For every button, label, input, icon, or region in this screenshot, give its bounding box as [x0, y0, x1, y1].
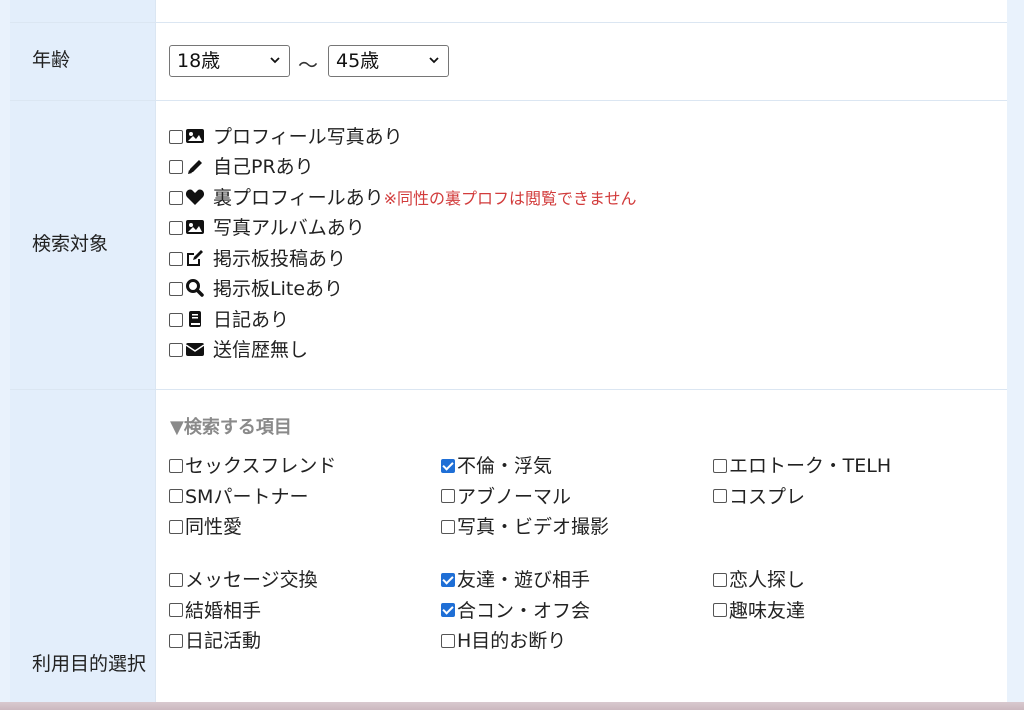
age-max-select[interactable]: 45歳 — [328, 45, 449, 77]
checkbox[interactable] — [441, 603, 455, 617]
checkbox[interactable] — [441, 489, 455, 503]
checkbox[interactable] — [169, 159, 183, 174]
option-photo-album[interactable]: 写真アルバムあり — [169, 213, 365, 243]
checkbox[interactable] — [169, 190, 183, 205]
checkbox[interactable] — [169, 603, 183, 617]
checkbox[interactable] — [169, 220, 183, 235]
checkbox[interactable] — [441, 458, 455, 473]
checkbox[interactable] — [169, 342, 183, 357]
search-target-label: 検索対象 — [32, 233, 109, 255]
age-max-value: 45歳 — [336, 50, 380, 72]
option-label: 日記活動 — [185, 630, 262, 652]
option-label: 送信歴無し — [213, 339, 309, 361]
age-min-select[interactable]: 18歳 — [169, 45, 290, 77]
option-label: メッセージ交換 — [185, 569, 318, 591]
checkbox[interactable] — [441, 519, 455, 534]
purpose-option[interactable]: メッセージ交換 — [169, 565, 318, 595]
chevron-down-icon — [429, 57, 439, 64]
option-profile-photo[interactable]: プロフィール写真あり — [169, 122, 403, 152]
option-label: 同性愛 — [185, 516, 243, 538]
option-label: 自己PRあり — [213, 156, 314, 178]
option-label: 裏プロフィールあり — [213, 187, 384, 209]
checkbox[interactable] — [441, 633, 455, 648]
chevron-down-icon — [270, 57, 280, 64]
purpose-option[interactable]: セックスフレンド — [169, 451, 336, 481]
option-label: SMパートナー — [185, 485, 309, 508]
checkbox[interactable] — [169, 572, 183, 587]
purpose-option[interactable]: 写真・ビデオ撮影 — [441, 512, 609, 542]
checkbox[interactable] — [169, 633, 183, 648]
age-label: 年齢 — [32, 49, 71, 71]
row-divider — [10, 389, 1007, 390]
checkbox[interactable] — [169, 251, 183, 266]
purpose-option[interactable]: 同性愛 — [169, 512, 242, 542]
purpose-label: 利用目的選択 — [32, 653, 147, 675]
column-divider — [155, 0, 156, 710]
secret-profile-warning: ※同性の裏プロフは閲覧できません — [383, 189, 637, 208]
purpose-option[interactable]: コスプレ — [713, 482, 805, 512]
option-label: 恋人探し — [729, 569, 806, 591]
purpose-option[interactable]: H目的お断り — [441, 626, 566, 656]
option-label: 結婚相手 — [185, 599, 262, 622]
option-label: プロフィール写真あり — [213, 126, 403, 148]
search-icon — [186, 278, 204, 297]
checkbox[interactable] — [713, 603, 727, 617]
option-label: セックスフレンド — [185, 455, 337, 477]
purpose-option[interactable]: エロトーク・TELH — [713, 451, 891, 481]
option-label: 日記あり — [213, 309, 290, 331]
checkbox[interactable] — [713, 572, 727, 587]
option-label: 写真アルバムあり — [213, 217, 365, 239]
option-label: エロトーク・TELH — [729, 455, 892, 477]
option-board-post[interactable]: 掲示板投稿あり — [169, 244, 346, 274]
row-divider — [10, 100, 1007, 101]
option-label: 趣味友達 — [729, 599, 806, 622]
checkbox[interactable] — [713, 489, 727, 503]
option-label: コスプレ — [729, 485, 806, 508]
option-secret-profile[interactable]: 裏プロフィールあり※同性の裏プロフは閲覧できません — [169, 183, 637, 214]
checkbox[interactable] — [169, 312, 183, 327]
label-column — [10, 0, 155, 710]
purpose-option[interactable]: 合コン・オフ会 — [441, 596, 590, 626]
purpose-option[interactable]: 友達・遊び相手 — [441, 565, 590, 595]
purpose-option[interactable]: 趣味友達 — [713, 596, 805, 626]
checkbox[interactable] — [169, 519, 183, 534]
option-diary[interactable]: 日記あり — [169, 305, 289, 335]
option-label: 合コン・オフ会 — [457, 599, 591, 622]
book-icon — [189, 310, 201, 327]
image-icon — [186, 219, 204, 234]
checkbox[interactable] — [169, 489, 183, 503]
age-min-value: 18歳 — [177, 50, 221, 72]
option-label: 掲示板Liteあり — [213, 278, 344, 300]
option-self-pr[interactable]: 自己PRあり — [169, 152, 314, 182]
section-title: ▼検索する項目 — [170, 417, 292, 438]
age-range-separator: ～ — [298, 53, 318, 77]
checkbox[interactable] — [441, 572, 455, 587]
option-no-sent-history[interactable]: 送信歴無し — [169, 335, 308, 365]
envelope-icon — [185, 342, 205, 356]
pencil-icon — [188, 159, 202, 174]
purpose-option[interactable]: アブノーマル — [441, 482, 571, 512]
purpose-option[interactable]: 恋人探し — [713, 565, 805, 595]
image-icon — [186, 128, 204, 143]
option-label: アブノーマル — [457, 485, 572, 508]
row-divider — [10, 22, 1007, 23]
option-label: 掲示板投稿あり — [213, 248, 347, 270]
bottom-scroll-bar — [0, 702, 1024, 710]
purpose-option[interactable]: 不倫・浮気 — [441, 451, 552, 481]
checkbox[interactable] — [169, 458, 183, 473]
purpose-option[interactable]: SMパートナー — [169, 482, 308, 512]
option-label: 写真・ビデオ撮影 — [457, 516, 610, 538]
checkbox[interactable] — [713, 458, 727, 473]
option-board-lite[interactable]: 掲示板Liteあり — [169, 274, 343, 304]
purpose-option[interactable]: 日記活動 — [169, 626, 261, 656]
option-label: 友達・遊び相手 — [457, 569, 591, 591]
edit-icon — [187, 249, 203, 266]
checkbox[interactable] — [169, 129, 183, 144]
heart-icon — [185, 189, 205, 205]
option-label: 不倫・浮気 — [457, 455, 553, 477]
purpose-option[interactable]: 結婚相手 — [169, 596, 261, 626]
checkbox[interactable] — [169, 281, 183, 296]
option-label: H目的お断り — [457, 630, 567, 652]
